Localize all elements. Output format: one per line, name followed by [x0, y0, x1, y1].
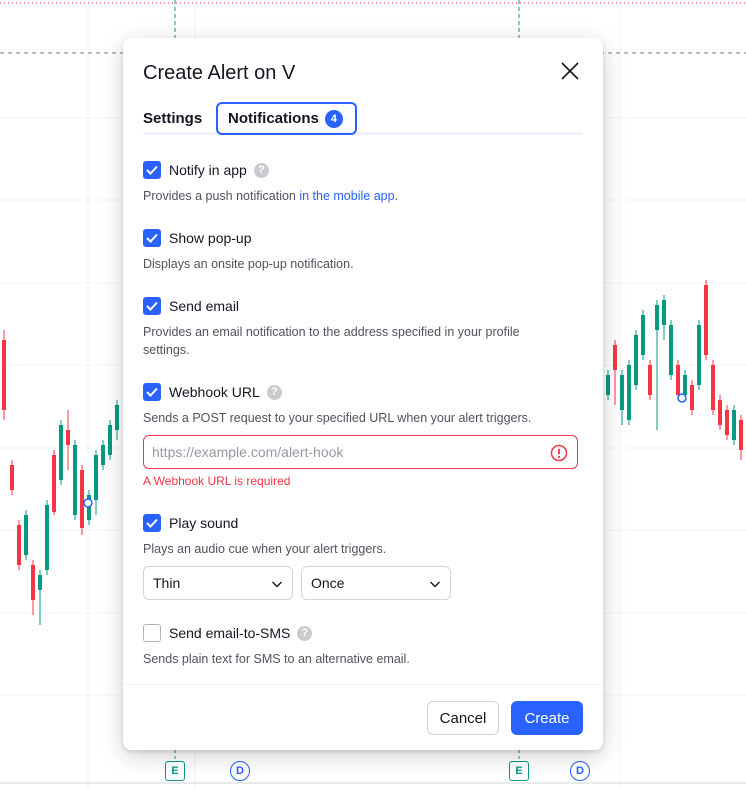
- candle-body: [739, 420, 743, 450]
- play-sound-description: Plays an audio cue when your alert trigg…: [143, 542, 387, 556]
- play-sound-label: Play sound: [169, 515, 239, 531]
- candle-body: [732, 410, 736, 440]
- email-to-sms-checkbox[interactable]: [143, 624, 161, 642]
- candle-body: [669, 325, 673, 375]
- candle-body: [38, 575, 42, 590]
- notify-in-app-description-suffix: .: [394, 189, 399, 203]
- tab-notifications[interactable]: Notifications 4: [216, 102, 357, 135]
- footer-divider: [123, 684, 603, 685]
- dividend-marker[interactable]: D: [570, 761, 590, 781]
- close-icon[interactable]: [559, 60, 581, 82]
- dividend-marker[interactable]: D: [230, 761, 250, 781]
- candle-body: [725, 410, 729, 435]
- show-popup-description: Displays an onsite pop-up notification.: [143, 257, 354, 271]
- candle-body: [683, 375, 687, 395]
- show-popup-label: Show pop-up: [169, 230, 252, 246]
- email-to-sms-description: Sends plain text for SMS to an alternati…: [143, 652, 410, 666]
- candle-body: [59, 425, 63, 480]
- candle-body: [634, 335, 638, 385]
- sound-tone-value: Thin: [153, 575, 181, 591]
- candle-body: [66, 430, 70, 445]
- dialog-title: Create Alert on V: [143, 62, 296, 84]
- webhook-url-field[interactable]: [143, 435, 578, 469]
- sound-tone-select[interactable]: Thin: [143, 566, 293, 600]
- play-sound-checkbox[interactable]: [143, 514, 161, 532]
- candle-body: [620, 375, 624, 410]
- candle-body: [45, 505, 49, 570]
- help-icon[interactable]: ?: [297, 625, 313, 641]
- tab-bar: Settings Notifications 4: [143, 102, 583, 136]
- candle-body: [31, 565, 35, 600]
- create-button[interactable]: Create: [511, 701, 583, 735]
- send-email-label: Send email: [169, 298, 240, 314]
- candle-body: [108, 425, 112, 455]
- earnings-marker[interactable]: E: [509, 761, 529, 781]
- candle-body: [606, 375, 610, 395]
- candle-body: [690, 385, 694, 410]
- error-icon: [550, 444, 568, 462]
- candle-body: [704, 285, 708, 355]
- tab-notifications-label: Notifications: [228, 110, 319, 127]
- candle-body: [94, 455, 98, 500]
- candle-body: [101, 445, 105, 465]
- tab-settings[interactable]: Settings: [143, 102, 202, 134]
- candle-body: [711, 365, 715, 410]
- candle-body: [52, 455, 56, 512]
- candle-body: [17, 525, 21, 565]
- candle-body: [10, 465, 14, 490]
- cancel-button[interactable]: Cancel: [427, 701, 499, 735]
- sound-repeat-select[interactable]: Once: [301, 566, 451, 600]
- create-alert-dialog: Create Alert on V Settings Notifications…: [123, 38, 603, 750]
- mobile-app-link[interactable]: in the mobile app: [299, 189, 394, 203]
- candle-body: [613, 345, 617, 370]
- send-email-description: Provides an email notification to the ad…: [143, 325, 520, 357]
- notify-in-app-checkbox[interactable]: [143, 161, 161, 179]
- notifications-count-badge: 4: [324, 109, 343, 128]
- candle-body: [627, 365, 631, 420]
- candle-body: [697, 325, 701, 385]
- candle-body: [2, 340, 6, 410]
- send-email-checkbox[interactable]: [143, 297, 161, 315]
- notify-in-app-description: Provides a push notification in the mobi…: [143, 187, 563, 205]
- show-popup-row: Show pop-up: [143, 229, 252, 247]
- help-icon[interactable]: ?: [266, 384, 282, 400]
- webhook-error-message: A Webhook URL is required: [143, 474, 291, 488]
- show-popup-checkbox[interactable]: [143, 229, 161, 247]
- candle-body: [80, 470, 84, 528]
- play-sound-row: Play sound: [143, 514, 238, 532]
- email-to-sms-label: Send email-to-SMS: [169, 625, 291, 641]
- candle-body: [115, 405, 119, 430]
- sound-repeat-value: Once: [311, 575, 345, 591]
- webhook-checkbox[interactable]: [143, 383, 161, 401]
- notify-in-app-label: Notify in app: [169, 162, 247, 178]
- webhook-row: Webhook URL ?: [143, 383, 282, 401]
- send-email-row: Send email: [143, 297, 239, 315]
- candle-body: [662, 300, 666, 325]
- notify-in-app-description-text: Provides a push notification: [143, 189, 300, 203]
- tab-track: [143, 132, 583, 135]
- chevron-down-icon: [272, 581, 282, 588]
- email-to-sms-row: Send email-to-SMS ?: [143, 624, 313, 642]
- webhook-description: Sends a POST request to your specified U…: [143, 411, 532, 425]
- candle-body: [648, 365, 652, 395]
- candle-body: [73, 445, 77, 515]
- candle-body: [641, 315, 645, 355]
- webhook-url-input[interactable]: [152, 444, 542, 460]
- notify-in-app-row: Notify in app ?: [143, 161, 269, 179]
- help-icon[interactable]: ?: [253, 162, 269, 178]
- chevron-down-icon: [430, 581, 440, 588]
- candle-body: [676, 365, 680, 395]
- candle-body: [655, 305, 659, 330]
- candle-body: [24, 515, 28, 555]
- webhook-label: Webhook URL: [169, 384, 260, 400]
- candle-body: [718, 400, 722, 425]
- tab-settings-label: Settings: [143, 109, 203, 127]
- earnings-marker[interactable]: E: [165, 761, 185, 781]
